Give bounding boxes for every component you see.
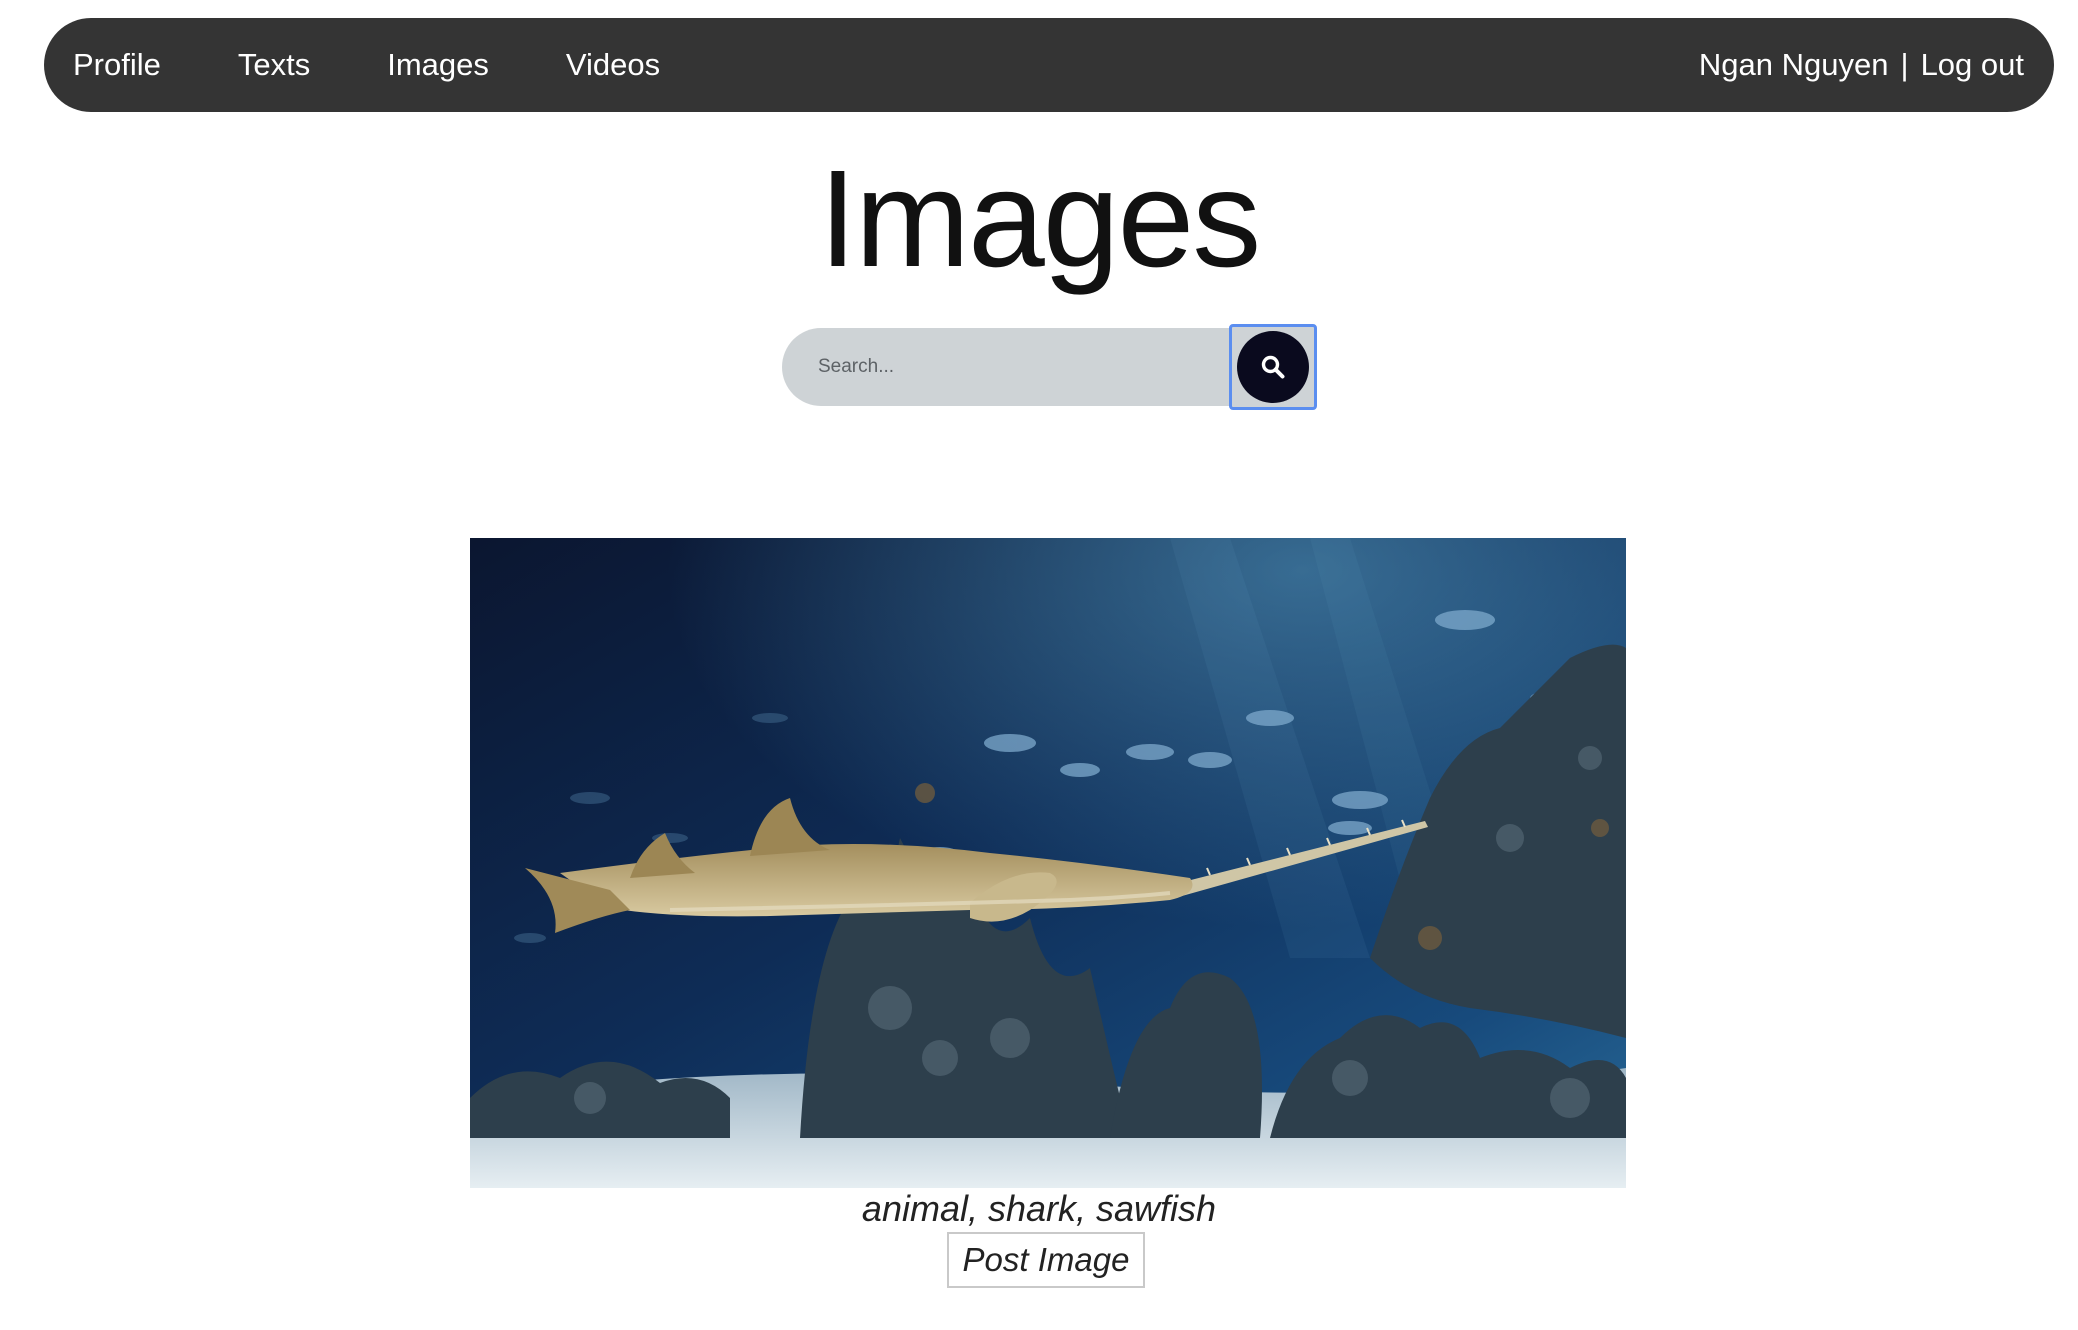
post-image-button[interactable]: Post Image bbox=[947, 1232, 1145, 1288]
nav-link-videos[interactable]: Videos bbox=[566, 47, 660, 83]
nav-links: Profile Texts Images Videos bbox=[73, 47, 660, 83]
logout-link[interactable]: Log out bbox=[1921, 47, 2024, 83]
page-title: Images bbox=[818, 142, 1262, 296]
search-button[interactable] bbox=[1229, 324, 1317, 410]
post-image bbox=[470, 538, 1626, 1188]
nav-link-images[interactable]: Images bbox=[387, 47, 489, 83]
nav-user-area: Ngan Nguyen | Log out bbox=[1699, 47, 2024, 83]
top-navbar: Profile Texts Images Videos Ngan Nguyen … bbox=[44, 18, 2054, 112]
nav-link-texts[interactable]: Texts bbox=[238, 47, 310, 83]
search-input[interactable] bbox=[782, 328, 1282, 406]
nav-link-profile[interactable]: Profile bbox=[73, 47, 161, 83]
search-icon bbox=[1261, 355, 1285, 379]
search-button-circle bbox=[1237, 331, 1309, 403]
user-name-link[interactable]: Ngan Nguyen bbox=[1699, 47, 1889, 83]
sawfish-photo bbox=[470, 538, 1626, 1188]
nav-separator: | bbox=[1900, 47, 1909, 82]
search-bar bbox=[782, 324, 1317, 410]
image-tags: animal, shark, sawfish bbox=[861, 1188, 1217, 1229]
